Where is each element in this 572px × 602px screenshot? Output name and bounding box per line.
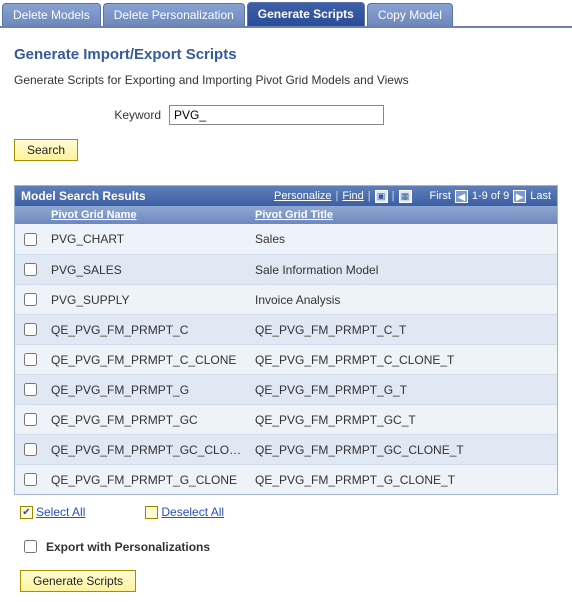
grid-col-title[interactable]: Pivot Grid Title xyxy=(249,206,557,224)
table-row: PVG_CHARTSales xyxy=(15,224,557,254)
generate-scripts-button[interactable]: Generate Scripts xyxy=(20,570,136,592)
row-pivot-grid-name: PVG_SALES xyxy=(45,258,249,282)
model-search-results-grid: Model Search Results Personalize | Find … xyxy=(14,185,558,495)
page-description: Generate Scripts for Exporting and Impor… xyxy=(14,73,558,87)
grid-title: Model Search Results xyxy=(21,189,146,203)
export-personalizations-label: Export with Personalizations xyxy=(46,540,210,554)
row-pivot-grid-title: QE_PVG_FM_PRMPT_G_CLONE_T xyxy=(249,468,557,492)
keyword-label: Keyword xyxy=(14,108,169,122)
row-checkbox[interactable] xyxy=(24,383,37,396)
row-checkbox[interactable] xyxy=(24,353,37,366)
tab-copy-model[interactable]: Copy Model xyxy=(367,3,453,26)
grid-find-link[interactable]: Find xyxy=(342,190,363,202)
grid-first-label: First xyxy=(430,190,451,202)
row-checkbox[interactable] xyxy=(24,263,37,276)
download-icon[interactable]: ▦ xyxy=(399,190,412,203)
row-pivot-grid-name: QE_PVG_FM_PRMPT_C xyxy=(45,318,249,342)
row-pivot-grid-title: QE_PVG_FM_PRMPT_C_CLONE_T xyxy=(249,348,557,372)
search-button[interactable]: Search xyxy=(14,139,78,161)
tab-bar: Delete Models Delete Personalization Gen… xyxy=(0,0,572,28)
grid-personalize-link[interactable]: Personalize xyxy=(274,190,331,202)
row-pivot-grid-title: QE_PVG_FM_PRMPT_C_T xyxy=(249,318,557,342)
row-checkbox[interactable] xyxy=(24,233,37,246)
row-pivot-grid-title: QE_PVG_FM_PRMPT_G_T xyxy=(249,378,557,402)
grid-prev-icon[interactable]: ◀ xyxy=(455,190,468,203)
tab-delete-models[interactable]: Delete Models xyxy=(2,3,101,26)
grid-last-label: Last xyxy=(530,190,551,202)
row-checkbox[interactable] xyxy=(24,293,37,306)
row-pivot-grid-name: QE_PVG_FM_PRMPT_G xyxy=(45,378,249,402)
grid-col-name[interactable]: Pivot Grid Name xyxy=(45,206,249,224)
deselect-all-icon xyxy=(145,506,158,519)
row-pivot-grid-name: PVG_SUPPLY xyxy=(45,288,249,312)
deselect-all-link[interactable]: Deselect All xyxy=(161,505,224,519)
tab-generate-scripts[interactable]: Generate Scripts xyxy=(247,2,365,26)
keyword-input[interactable] xyxy=(169,105,384,125)
row-checkbox[interactable] xyxy=(24,473,37,486)
table-row: QE_PVG_FM_PRMPT_GCQE_PVG_FM_PRMPT_GC_T xyxy=(15,404,557,434)
row-pivot-grid-name: QE_PVG_FM_PRMPT_G_CLONE xyxy=(45,468,249,492)
select-all-link[interactable]: Select All xyxy=(36,505,85,519)
grid-col-select xyxy=(15,206,45,224)
row-pivot-grid-title: QE_PVG_FM_PRMPT_GC_CLONE_T xyxy=(249,438,557,462)
row-pivot-grid-title: Sales xyxy=(249,227,557,251)
export-personalizations-checkbox[interactable] xyxy=(24,540,37,553)
grid-next-icon[interactable]: ▶ xyxy=(513,190,526,203)
row-pivot-grid-name: PVG_CHART xyxy=(45,227,249,251)
table-row: QE_PVG_FM_PRMPT_G_CLONEQE_PVG_FM_PRMPT_G… xyxy=(15,464,557,494)
select-all-icon: ✔ xyxy=(20,506,33,519)
row-pivot-grid-title: Sale Information Model xyxy=(249,258,557,282)
table-row: QE_PVG_FM_PRMPT_CQE_PVG_FM_PRMPT_C_T xyxy=(15,314,557,344)
tab-delete-personalization[interactable]: Delete Personalization xyxy=(103,3,245,26)
table-row: PVG_SALESSale Information Model xyxy=(15,254,557,284)
row-checkbox[interactable] xyxy=(24,323,37,336)
row-pivot-grid-name: QE_PVG_FM_PRMPT_C_CLONE xyxy=(45,348,249,372)
row-pivot-grid-title: Invoice Analysis xyxy=(249,288,557,312)
page-title: Generate Import/Export Scripts xyxy=(14,46,558,63)
table-row: QE_PVG_FM_PRMPT_GC_CLONEQE_PVG_FM_PRMPT_… xyxy=(15,434,557,464)
table-row: PVG_SUPPLYInvoice Analysis xyxy=(15,284,557,314)
zoom-icon[interactable]: ▣ xyxy=(375,190,388,203)
table-row: QE_PVG_FM_PRMPT_GQE_PVG_FM_PRMPT_G_T xyxy=(15,374,557,404)
row-pivot-grid-name: QE_PVG_FM_PRMPT_GC_CLONE xyxy=(45,438,249,462)
table-row: QE_PVG_FM_PRMPT_C_CLONEQE_PVG_FM_PRMPT_C… xyxy=(15,344,557,374)
row-checkbox[interactable] xyxy=(24,413,37,426)
row-checkbox[interactable] xyxy=(24,443,37,456)
row-pivot-grid-name: QE_PVG_FM_PRMPT_GC xyxy=(45,408,249,432)
grid-range-label: 1-9 of 9 xyxy=(472,190,509,202)
row-pivot-grid-title: QE_PVG_FM_PRMPT_GC_T xyxy=(249,408,557,432)
